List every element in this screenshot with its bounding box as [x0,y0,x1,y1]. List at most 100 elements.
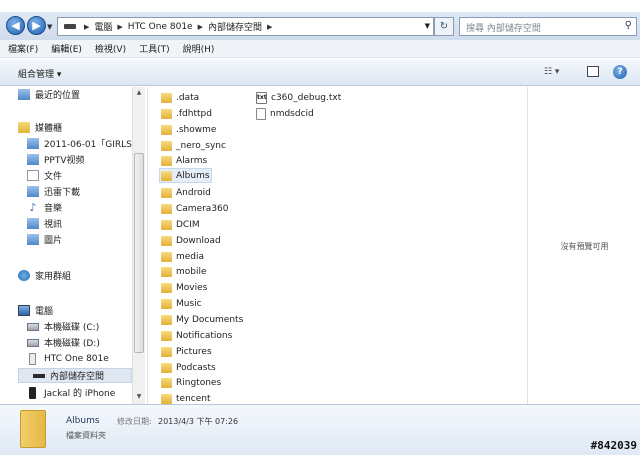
phone-icon [29,352,36,365]
folder-icon [161,314,172,325]
list-item[interactable]: _nero_sync [161,138,226,153]
sidebar-item-drive-c[interactable]: 本機磁碟 (C:) [27,319,99,334]
breadcrumb-htc[interactable]: HTC One 801e [128,22,193,32]
sidebar-item-htc[interactable]: HTC One 801e [27,351,109,366]
drive-icon [27,322,39,331]
address-dropdown-icon[interactable]: ▼ [425,22,430,30]
list-item[interactable]: Podcasts [161,360,216,375]
folder-icon [161,155,172,166]
menu-bar: 檔案(F) 編輯(E) 檢視(V) 工具(T) 說明(H) [0,40,640,58]
history-dropdown-icon[interactable]: ▼ [47,23,52,31]
list-item[interactable]: nmdsdcid [256,106,314,121]
chevron-right-icon: ▶ [117,22,123,31]
scroll-down-icon[interactable]: ▼ [133,393,145,400]
music-icon: ♪ [29,201,37,214]
folder-icon [161,203,172,214]
folder-icon [161,362,172,373]
explorer-window: ◀ ▶ ▼ ▶ 電腦 ▶ HTC One 801e ▶ 內部儲存空間 ▶ ▼ ↻… [0,0,640,455]
list-item[interactable]: Notifications [161,328,232,343]
list-item[interactable]: .showme [161,122,216,137]
recent-places-icon [18,89,30,100]
text-file-icon: txt [256,91,267,104]
change-view-icon[interactable]: ☷ ▾ [544,67,559,77]
chevron-right-icon: ▶ [84,22,90,31]
details-pane: Albums 修改日期: 2013/4/3 下午 07:26 檔案資料夾 #84… [0,404,640,455]
folder-icon [161,298,172,309]
sidebar-item-internal-storage[interactable]: 內部儲存空間 [18,368,132,383]
sidebar-item-computer[interactable]: 電腦 [18,303,53,318]
address-bar[interactable]: ▶ 電腦 ▶ HTC One 801e ▶ 內部儲存空間 ▶ ▼ [57,17,434,36]
file-list: .data .fdhttpd .showme _nero_sync Alarms… [147,87,526,404]
folder-icon [161,346,172,357]
sidebar-item-homegroup[interactable]: 家用群組 [18,268,71,283]
list-item[interactable]: Movies [161,280,207,295]
folder-icon [161,377,172,388]
menu-help[interactable]: 說明(H) [183,42,215,55]
menu-edit[interactable]: 編輯(E) [51,42,82,55]
details-name: Albums [66,416,100,426]
folder-icon [161,282,172,293]
menu-file[interactable]: 檔案(F) [8,42,38,55]
folder-icon [161,140,172,151]
organize-button[interactable]: 組合管理 ▾ [18,67,61,80]
list-item[interactable]: Music [161,296,202,311]
sidebar-item-library-girls[interactable]: 2011-06-01「GIRLS' [27,136,134,151]
list-item[interactable]: media [161,249,204,264]
scroll-up-icon[interactable]: ▲ [133,89,145,96]
menu-tools[interactable]: 工具(T) [139,42,170,55]
list-item[interactable]: My Documents [161,312,243,327]
menu-view[interactable]: 檢視(V) [95,42,126,55]
back-button[interactable]: ◀ [6,16,25,35]
forward-button[interactable]: ▶ [27,16,46,35]
folder-icon [161,108,172,119]
homegroup-icon [18,270,30,281]
list-item[interactable]: DCIM [161,217,200,232]
command-bar: 組合管理 ▾ ☷ ▾ ? [0,59,640,86]
storage-icon [33,373,45,378]
chevron-right-icon: ▶ [197,22,203,31]
list-item[interactable]: mobile [161,264,207,279]
search-icon: ⚲ [624,20,632,31]
sidebar-item-library-pptv[interactable]: PPTV视频 [27,152,85,167]
folder-icon [161,235,172,246]
folder-icon [161,92,172,103]
sidebar-item-libraries[interactable]: 媒體櫃 [18,120,62,135]
list-item[interactable]: Download [161,233,221,248]
help-button[interactable]: ? [613,65,627,79]
list-item-selected[interactable]: Albums [159,168,212,183]
sidebar-item-drive-d[interactable]: 本機磁碟 (D:) [27,335,100,350]
sidebar-item-recent[interactable]: 最近的位置 [18,87,80,102]
sidebar-item-pictures[interactable]: 圖片 [27,232,62,247]
sidebar-scrollbar[interactable]: ▲ ▼ [132,87,145,404]
list-item[interactable]: Pictures [161,344,212,359]
chevron-right-icon: ▶ [267,22,273,31]
breadcrumb-computer[interactable]: 電腦 [94,20,112,33]
scrollbar-thumb[interactable] [134,153,144,353]
library-icon [27,138,39,149]
list-item[interactable]: .fdhttpd [161,106,212,121]
list-item[interactable]: Alarms [161,153,207,168]
folder-icon [161,393,172,404]
watermark: #842039 [590,439,637,452]
library-icon [27,154,39,165]
list-item[interactable]: txt c360_debug.txt [256,90,341,105]
search-input[interactable]: 搜尋 內部儲存空間 ⚲ [459,17,637,36]
list-item[interactable]: Android [161,185,211,200]
details-modified-label: 修改日期: [117,417,152,426]
breadcrumb-storage[interactable]: 內部儲存空間 [208,20,262,33]
list-item[interactable]: Camera360 [161,201,229,216]
sidebar-item-video[interactable]: 視訊 [27,216,62,231]
sidebar-item-documents[interactable]: 文件 [27,168,62,183]
libraries-icon [18,122,30,133]
sidebar-item-iphone[interactable]: Jackal 的 iPhone [27,385,115,400]
refresh-button[interactable]: ↻ [434,17,454,36]
list-item[interactable]: .data [161,90,199,105]
list-item[interactable]: Ringtones [161,375,221,390]
drive-icon [27,338,39,347]
library-icon [27,186,39,197]
computer-icon [64,24,76,29]
folder-icon [161,266,172,277]
preview-pane-button[interactable] [587,66,599,77]
sidebar-item-music[interactable]: ♪ 音樂 [27,200,62,215]
sidebar-item-thunder[interactable]: 迅雷下載 [27,184,80,199]
